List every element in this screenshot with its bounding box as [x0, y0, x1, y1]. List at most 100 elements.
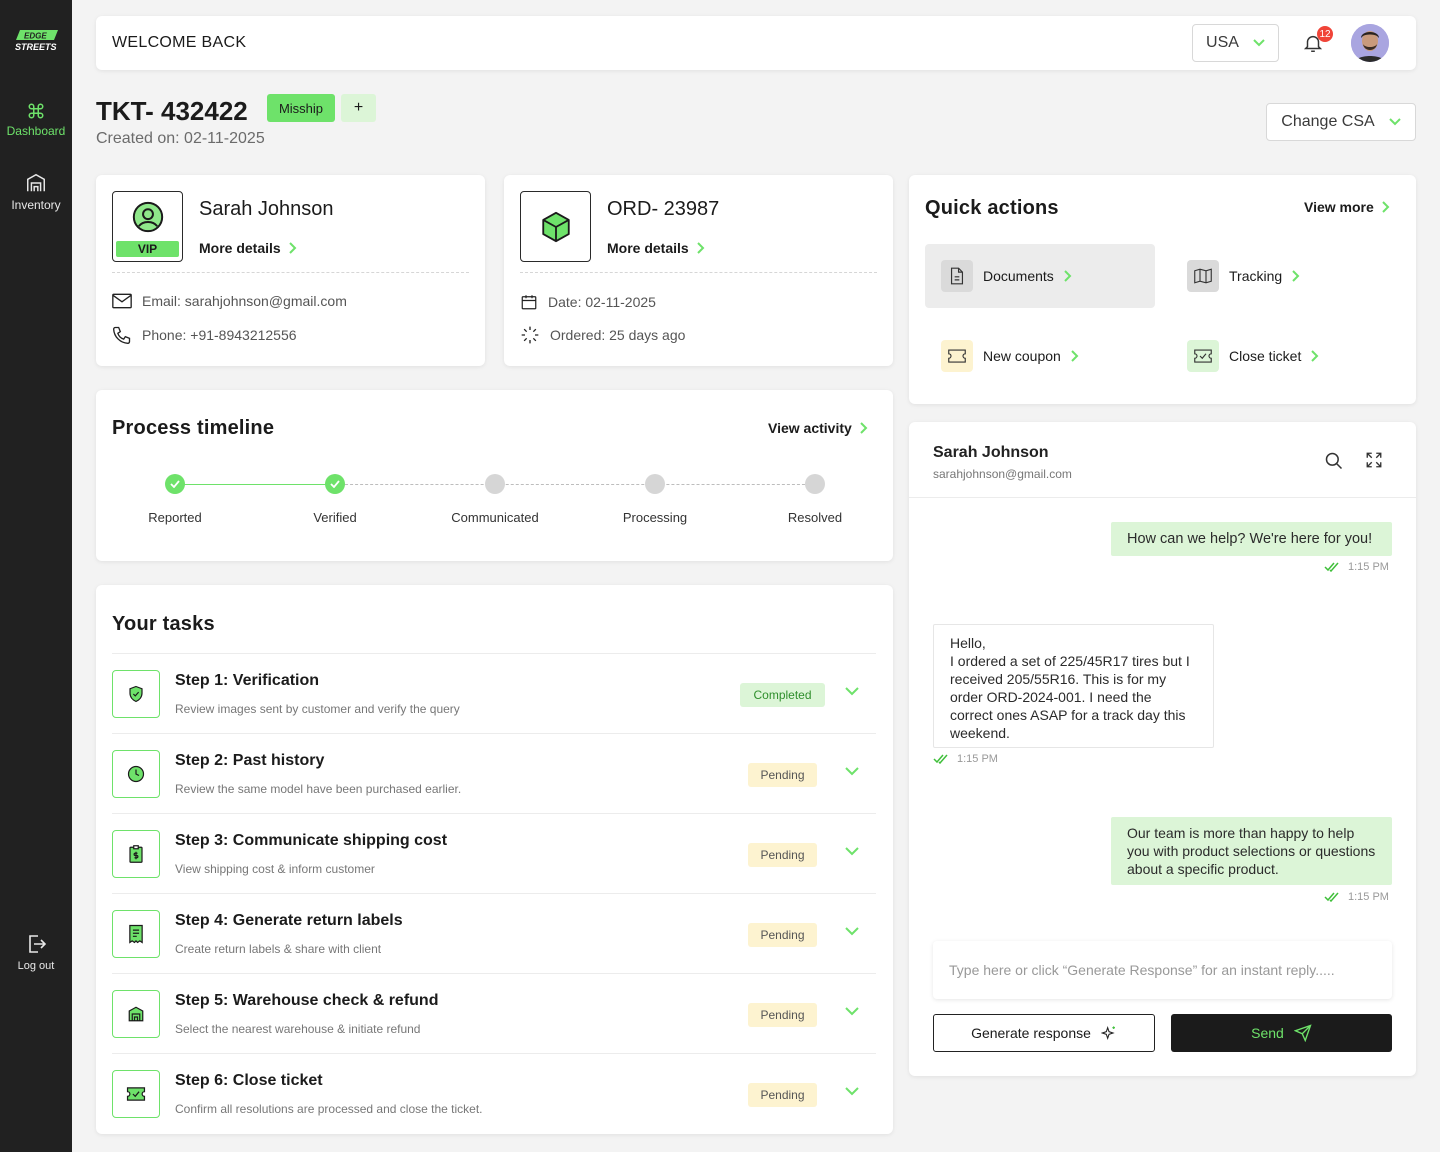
- package-icon: [541, 211, 570, 242]
- command-icon: [28, 103, 44, 119]
- sidebar-item-label: Dashboard: [6, 124, 66, 138]
- chevron-right-icon: [1311, 350, 1319, 362]
- quick-action-tracking[interactable]: Tracking: [1171, 244, 1401, 308]
- task-title: Step 4: Generate return labels: [175, 912, 403, 929]
- ticket-check-icon: [1194, 349, 1212, 363]
- chevron-right-icon: [1071, 350, 1079, 362]
- svg-text:STREETS: STREETS: [15, 42, 57, 52]
- timeline-step-reported: [165, 474, 185, 494]
- task-description: Confirm all resolutions are processed an…: [175, 1102, 483, 1116]
- search-icon[interactable]: [1324, 451, 1344, 471]
- chevron-down-icon[interactable]: [845, 927, 859, 936]
- logout-button[interactable]: Log out: [0, 932, 72, 972]
- timeline-step-processing: [645, 474, 665, 494]
- customer-phone: Phone: +91-8943212556: [112, 325, 297, 345]
- quick-action-close-ticket[interactable]: Close ticket: [1171, 324, 1401, 388]
- sparkle-icon: [1100, 1025, 1115, 1041]
- clock-icon: [127, 765, 145, 783]
- warehouse-icon: [27, 173, 45, 192]
- status-badge: Pending: [748, 1083, 817, 1107]
- vip-badge: VIP: [116, 241, 179, 257]
- phone-icon: [112, 326, 131, 345]
- timeline-step-verified: [325, 474, 345, 494]
- customer-name: Sarah Johnson: [199, 198, 334, 220]
- notification-badge: 12: [1317, 26, 1333, 42]
- order-more-details-link[interactable]: More details: [607, 240, 705, 256]
- tasks-card: Your tasks Step 1: Verification Review i…: [96, 585, 893, 1134]
- sidebar-item-inventory[interactable]: Inventory: [0, 172, 72, 212]
- user-circle-icon: [132, 201, 163, 233]
- status-badge: Pending: [748, 763, 817, 787]
- order-id: ORD- 23987: [607, 198, 720, 220]
- task-title: Step 6: Close ticket: [175, 1072, 323, 1089]
- task-row[interactable]: Step 2: Past history Review the same mod…: [112, 733, 876, 813]
- timeline-title: Process timeline: [112, 417, 275, 439]
- country-select[interactable]: USA: [1192, 24, 1279, 62]
- chevron-right-icon: [1292, 270, 1300, 282]
- chevron-right-icon: [1064, 270, 1072, 282]
- quick-action-documents[interactable]: Documents: [925, 244, 1155, 308]
- chat-message-customer: Hello, I ordered a set of 225/45R17 tire…: [933, 624, 1214, 748]
- quick-action-new-coupon[interactable]: New coupon: [925, 324, 1155, 388]
- chevron-down-icon[interactable]: [845, 1087, 859, 1096]
- expand-icon[interactable]: [1365, 451, 1383, 469]
- check-icon: [330, 480, 340, 488]
- task-description: Create return labels & share with client: [175, 942, 382, 956]
- customer-icon-box: VIP: [112, 191, 183, 262]
- avatar[interactable]: [1351, 24, 1389, 62]
- divider: [909, 497, 1416, 498]
- message-time: 1:15 PM: [1324, 891, 1389, 903]
- receipt-icon: [129, 924, 143, 944]
- chat-message-agent: Our team is more than happy to help you …: [1111, 817, 1392, 885]
- welcome-text: WELCOME BACK: [112, 34, 247, 51]
- double-check-icon: [933, 754, 948, 764]
- task-description: View shipping cost & inform customer: [175, 862, 375, 876]
- svg-text:EDGE: EDGE: [24, 32, 47, 41]
- add-tag-button[interactable]: +: [341, 94, 376, 122]
- change-csa-select[interactable]: Change CSA: [1266, 103, 1416, 141]
- calendar-icon: [521, 295, 537, 310]
- timeline-step-communicated: [485, 474, 505, 494]
- send-button[interactable]: Send: [1171, 1014, 1392, 1052]
- view-activity-link[interactable]: View activity: [768, 420, 868, 436]
- timeline-step-label: Reported: [148, 510, 202, 525]
- sidebar: EDGE STREETS Dashboard Inventory Log out: [0, 0, 72, 1152]
- timeline-step-label: Resolved: [787, 510, 843, 525]
- task-row[interactable]: Step 4: Generate return labels Create re…: [112, 893, 876, 973]
- dollar-clipboard-icon: [129, 845, 143, 863]
- customer-more-details-link[interactable]: More details: [199, 240, 297, 256]
- task-row[interactable]: Step 3: Communicate shipping cost View s…: [112, 813, 876, 893]
- view-more-link[interactable]: View more: [1304, 199, 1390, 215]
- message-time: 1:15 PM: [933, 753, 998, 765]
- chevron-down-icon[interactable]: [845, 1007, 859, 1016]
- status-badge: Pending: [748, 923, 817, 947]
- chat-message-input[interactable]: Type here or click “Generate Response” f…: [933, 941, 1392, 999]
- message-time: 1:15 PM: [1324, 561, 1389, 573]
- chevron-down-icon: [1253, 39, 1265, 47]
- chevron-down-icon[interactable]: [845, 767, 859, 776]
- order-card: ORD- 23987 More details Date: 02-11-2025…: [504, 175, 893, 366]
- task-row[interactable]: Step 6: Close ticket Confirm all resolut…: [112, 1053, 876, 1133]
- chevron-right-icon: [860, 422, 868, 434]
- chevron-down-icon[interactable]: [845, 847, 859, 856]
- customer-email: Email: sarahjohnson@gmail.com: [112, 293, 347, 309]
- task-row[interactable]: Step 5: Warehouse check & refund Select …: [112, 973, 876, 1053]
- task-title: Step 3: Communicate shipping cost: [175, 832, 448, 849]
- ticket-id: TKT- 432422: [96, 96, 248, 126]
- chevron-right-icon: [696, 242, 705, 254]
- quick-actions-card: Quick actions View more Documents Tracki…: [909, 175, 1416, 404]
- chat-contact-email: sarahjohnson@gmail.com: [933, 467, 1072, 481]
- timeline-step-label: Verified: [313, 510, 357, 525]
- task-row[interactable]: Step 1: Verification Review images sent …: [112, 653, 876, 733]
- generate-response-button[interactable]: Generate response: [933, 1014, 1155, 1052]
- logout-icon: [29, 935, 47, 953]
- chat-message-agent: How can we help? We're here for you!: [1111, 522, 1392, 556]
- chevron-down-icon: [1388, 118, 1401, 126]
- timeline-connector: [175, 484, 335, 485]
- order-date: Date: 02-11-2025: [520, 293, 656, 311]
- top-bar: WELCOME BACK USA 12: [96, 16, 1416, 70]
- misship-tag[interactable]: Misship: [267, 94, 335, 122]
- sidebar-item-dashboard[interactable]: Dashboard: [0, 102, 72, 138]
- customer-card: VIP Sarah Johnson More details Email: sa…: [96, 175, 485, 366]
- chevron-down-icon[interactable]: [845, 687, 859, 696]
